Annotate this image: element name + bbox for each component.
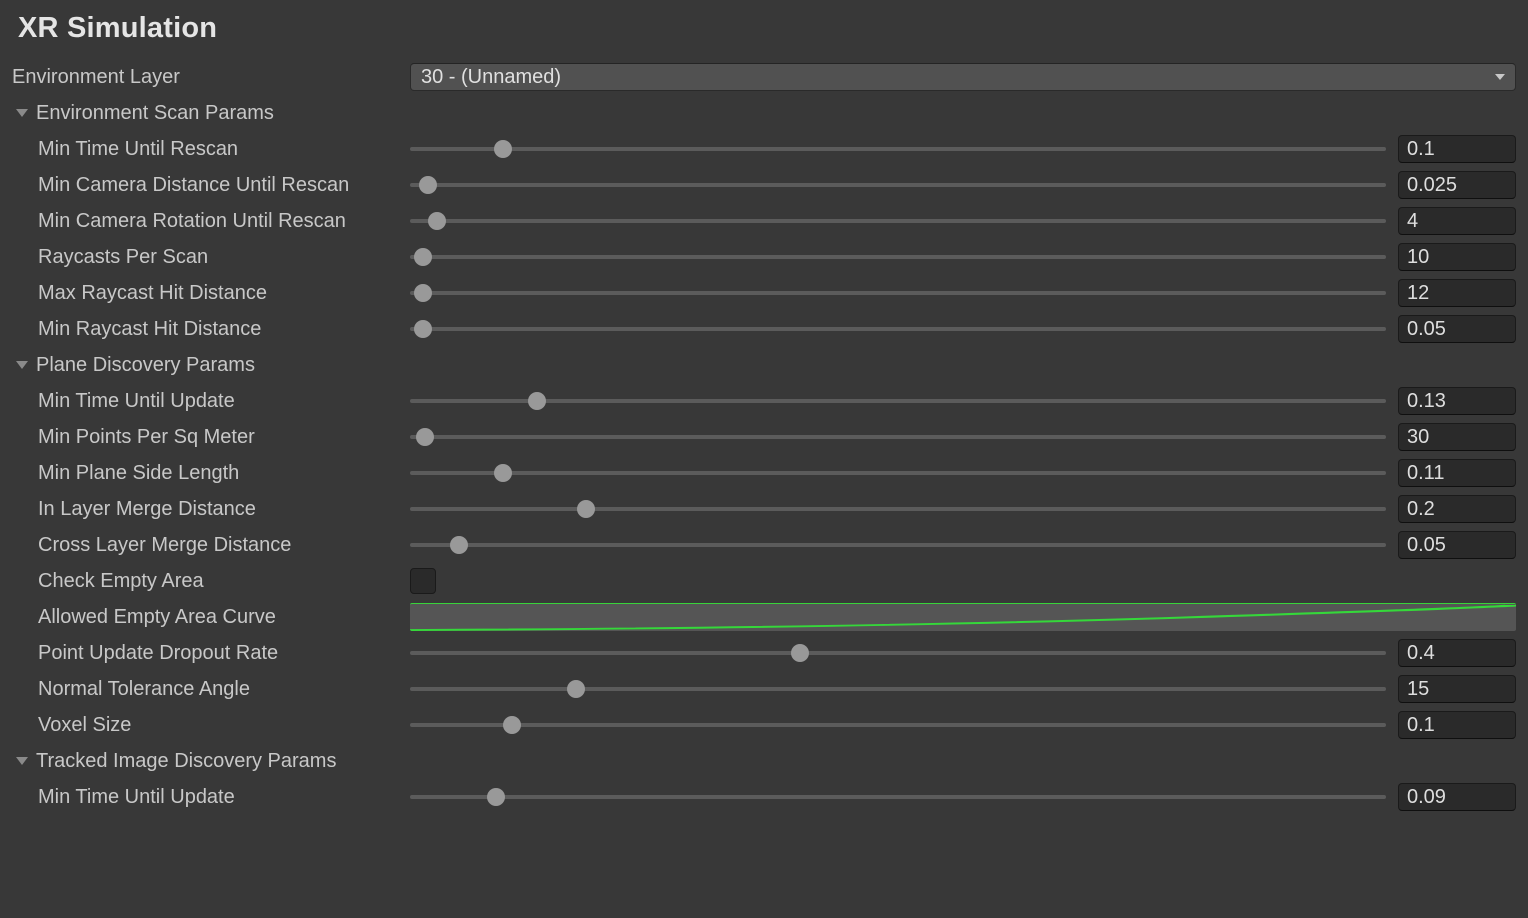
- slider-tracked-min-time-update[interactable]: [410, 785, 1386, 809]
- slider-voxel-size[interactable]: [410, 713, 1386, 737]
- caret-down-icon: [16, 109, 28, 117]
- slider-in-layer-merge[interactable]: [410, 497, 1386, 521]
- label-tracked-min-time-update: Min Time Until Update: [12, 786, 410, 809]
- row-empty-curve: Allowed Empty Area Curve: [12, 599, 1516, 635]
- label-min-cam-rot: Min Camera Rotation Until Rescan: [12, 210, 410, 233]
- panel-title: XR Simulation: [12, 8, 1516, 59]
- field-dropout[interactable]: 0.4: [1398, 639, 1516, 667]
- row-raycasts-per-scan: Raycasts Per Scan 10: [12, 239, 1516, 275]
- foldout-scan[interactable]: Environment Scan Params: [12, 95, 1516, 131]
- label-normal-tol: Normal Tolerance Angle: [12, 678, 410, 701]
- caret-down-icon: [16, 361, 28, 369]
- foldout-scan-label: Environment Scan Params: [36, 102, 274, 125]
- slider-min-plane-side[interactable]: [410, 461, 1386, 485]
- field-raycasts-per-scan[interactable]: 10: [1398, 243, 1516, 271]
- environment-layer-dropdown[interactable]: 30 - (Unnamed): [410, 63, 1516, 91]
- label-check-empty: Check Empty Area: [12, 570, 410, 593]
- field-plane-min-time-update[interactable]: 0.13: [1398, 387, 1516, 415]
- label-min-plane-side: Min Plane Side Length: [12, 462, 410, 485]
- field-min-plane-side[interactable]: 0.11: [1398, 459, 1516, 487]
- slider-min-pts-sq[interactable]: [410, 425, 1386, 449]
- foldout-tracked-label: Tracked Image Discovery Params: [36, 750, 336, 773]
- caret-down-icon: [16, 757, 28, 765]
- field-max-hit-dist[interactable]: 12: [1398, 279, 1516, 307]
- slider-raycasts-per-scan[interactable]: [410, 245, 1386, 269]
- field-min-cam-dist[interactable]: 0.025: [1398, 171, 1516, 199]
- row-min-hit-dist: Min Raycast Hit Distance 0.05: [12, 311, 1516, 347]
- label-raycasts-per-scan: Raycasts Per Scan: [12, 246, 410, 269]
- field-in-layer-merge[interactable]: 0.2: [1398, 495, 1516, 523]
- slider-cross-layer-merge[interactable]: [410, 533, 1386, 557]
- label-min-cam-dist: Min Camera Distance Until Rescan: [12, 174, 410, 197]
- label-plane-min-time-update: Min Time Until Update: [12, 390, 410, 413]
- row-min-pts-sq: Min Points Per Sq Meter 30: [12, 419, 1516, 455]
- slider-max-hit-dist[interactable]: [410, 281, 1386, 305]
- field-tracked-min-time-update[interactable]: 0.09: [1398, 783, 1516, 811]
- environment-layer-label: Environment Layer: [12, 66, 410, 89]
- slider-normal-tol[interactable]: [410, 677, 1386, 701]
- chevron-down-icon: [1495, 74, 1505, 80]
- field-min-pts-sq[interactable]: 30: [1398, 423, 1516, 451]
- label-voxel-size: Voxel Size: [12, 714, 410, 737]
- field-min-time-rescan[interactable]: 0.1: [1398, 135, 1516, 163]
- curve-field-empty-area[interactable]: [410, 603, 1516, 631]
- field-min-cam-rot[interactable]: 4: [1398, 207, 1516, 235]
- environment-layer-row: Environment Layer 30 - (Unnamed): [12, 59, 1516, 95]
- checkbox-check-empty[interactable]: [410, 568, 436, 594]
- label-empty-curve: Allowed Empty Area Curve: [12, 606, 410, 629]
- slider-dropout[interactable]: [410, 641, 1386, 665]
- field-voxel-size[interactable]: 0.1: [1398, 711, 1516, 739]
- row-min-cam-rot: Min Camera Rotation Until Rescan 4: [12, 203, 1516, 239]
- slider-min-time-rescan[interactable]: [410, 137, 1386, 161]
- slider-plane-min-time-update[interactable]: [410, 389, 1386, 413]
- label-min-pts-sq: Min Points Per Sq Meter: [12, 426, 410, 449]
- label-min-hit-dist: Min Raycast Hit Distance: [12, 318, 410, 341]
- row-check-empty: Check Empty Area: [12, 563, 1516, 599]
- label-max-hit-dist: Max Raycast Hit Distance: [12, 282, 410, 305]
- row-cross-layer-merge: Cross Layer Merge Distance 0.05: [12, 527, 1516, 563]
- row-plane-min-time-update: Min Time Until Update 0.13: [12, 383, 1516, 419]
- slider-min-cam-rot[interactable]: [410, 209, 1386, 233]
- foldout-tracked[interactable]: Tracked Image Discovery Params: [12, 743, 1516, 779]
- field-min-hit-dist[interactable]: 0.05: [1398, 315, 1516, 343]
- row-normal-tol: Normal Tolerance Angle 15: [12, 671, 1516, 707]
- environment-layer-value: 30 - (Unnamed): [421, 66, 1495, 89]
- label-min-time-rescan: Min Time Until Rescan: [12, 138, 410, 161]
- row-min-time-rescan: Min Time Until Rescan 0.1: [12, 131, 1516, 167]
- row-voxel-size: Voxel Size 0.1: [12, 707, 1516, 743]
- row-in-layer-merge: In Layer Merge Distance 0.2: [12, 491, 1516, 527]
- slider-min-hit-dist[interactable]: [410, 317, 1386, 341]
- label-cross-layer-merge: Cross Layer Merge Distance: [12, 534, 410, 557]
- row-dropout: Point Update Dropout Rate 0.4: [12, 635, 1516, 671]
- row-min-plane-side: Min Plane Side Length 0.11: [12, 455, 1516, 491]
- row-max-hit-dist: Max Raycast Hit Distance 12: [12, 275, 1516, 311]
- foldout-plane-label: Plane Discovery Params: [36, 354, 255, 377]
- label-in-layer-merge: In Layer Merge Distance: [12, 498, 410, 521]
- foldout-plane[interactable]: Plane Discovery Params: [12, 347, 1516, 383]
- field-normal-tol[interactable]: 15: [1398, 675, 1516, 703]
- label-dropout: Point Update Dropout Rate: [12, 642, 410, 665]
- row-min-cam-dist: Min Camera Distance Until Rescan 0.025: [12, 167, 1516, 203]
- slider-min-cam-dist[interactable]: [410, 173, 1386, 197]
- field-cross-layer-merge[interactable]: 0.05: [1398, 531, 1516, 559]
- row-tracked-min-time-update: Min Time Until Update 0.09: [12, 779, 1516, 815]
